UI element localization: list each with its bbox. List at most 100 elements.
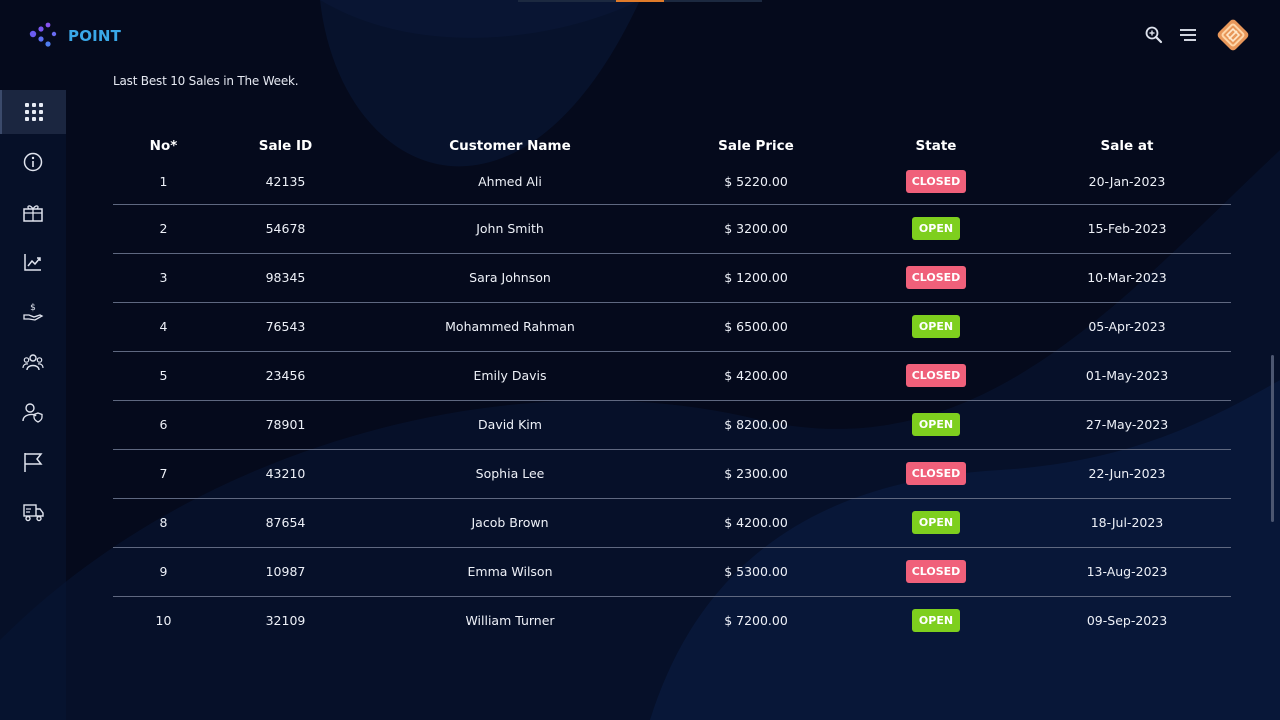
table-body: 1 42135 Ahmed Ali $ 5220.00 CLOSED 20-Jan-202… xyxy=(113,159,1231,645)
cell-customer-name: Jacob Brown xyxy=(471,515,549,530)
cell-sale-at: 05-Apr-2023 xyxy=(1088,319,1166,334)
brand-logo[interactable]: POINT xyxy=(28,22,121,50)
cell-sale-id: 42135 xyxy=(265,173,306,189)
header-actions xyxy=(1144,18,1250,52)
cell-no: 2 xyxy=(159,221,168,236)
cell-no: 4 xyxy=(159,319,168,334)
app-window: POINT $ Last Best 10 Sales in The Week. … xyxy=(0,0,1280,720)
cell-no: 1 xyxy=(159,173,168,189)
cell-sale-price: $ 2300.00 xyxy=(724,466,788,481)
table-row[interactable]: 9 10987 Emma Wilson $ 5300.00 CLOSED 13-Aug-2… xyxy=(113,547,1231,596)
cell-sale-price: $ 5300.00 xyxy=(724,564,788,579)
cell-sale-at: 10-Mar-2023 xyxy=(1087,270,1167,285)
cell-sale-id: 23456 xyxy=(265,368,306,383)
col-header-sale-at[interactable]: Sale at xyxy=(1023,133,1231,159)
zoom-in-icon[interactable] xyxy=(1144,25,1164,45)
cell-no: 10 xyxy=(155,613,172,629)
cell-sale-id: 54678 xyxy=(265,221,306,236)
logo-icon xyxy=(29,22,57,47)
cell-sale-price: $ 7200.00 xyxy=(724,613,788,629)
table-row[interactable]: 4 76543 Mohammed Rahman $ 6500.00 OPEN 05-Apr… xyxy=(113,302,1231,351)
table-row[interactable]: 6 78901 David Kim $ 8200.00 OPEN 27-May-2023 xyxy=(113,400,1231,449)
cell-no: 3 xyxy=(159,270,168,285)
cell-state: OPEN xyxy=(849,400,1023,449)
scrollbar-thumb[interactable] xyxy=(1271,355,1274,522)
status-badge: CLOSED xyxy=(905,560,967,583)
col-header-no[interactable]: No* xyxy=(113,133,214,159)
cell-sale-at: 09-Sep-2023 xyxy=(1086,613,1168,629)
sidebar-item-payments[interactable]: $ xyxy=(0,290,66,334)
sidebar: $ xyxy=(0,90,66,540)
status-badge: OPEN xyxy=(911,315,961,338)
avatar[interactable] xyxy=(1216,18,1250,52)
sidebar-item-users[interactable] xyxy=(0,390,66,434)
flag-icon xyxy=(24,453,43,472)
col-header-sale-price[interactable]: Sale Price xyxy=(663,133,849,159)
cell-sale-price: $ 1200.00 xyxy=(724,270,788,285)
cell-sale-price: $ 5220.00 xyxy=(724,173,788,189)
cell-no: 9 xyxy=(159,564,168,579)
group-icon xyxy=(22,354,44,371)
sales-table: No* Sale ID Customer Name Sale Price Sta… xyxy=(113,133,1231,645)
sidebar-item-analytics[interactable] xyxy=(0,240,66,284)
status-badge: CLOSED xyxy=(905,462,967,485)
sidebar-item-dashboard[interactable] xyxy=(0,90,66,134)
cell-sale-price: $ 8200.00 xyxy=(724,417,788,432)
status-badge: CLOSED xyxy=(905,266,967,289)
cell-customer-name: Emma Wilson xyxy=(467,564,553,579)
cell-no: 6 xyxy=(159,417,168,432)
cell-state: CLOSED xyxy=(849,253,1023,302)
chart-icon xyxy=(24,254,41,271)
col-header-customer-name[interactable]: Customer Name xyxy=(357,133,663,159)
table-row[interactable]: 7 43210 Sophia Lee $ 2300.00 CLOSED 22-Jun-20… xyxy=(113,449,1231,498)
cell-sale-id: 43210 xyxy=(265,466,306,481)
table-caption: Last Best 10 Sales in The Week. xyxy=(113,74,299,88)
delivery-truck-icon xyxy=(23,504,44,522)
cell-state: OPEN xyxy=(849,498,1023,547)
cell-state: OPEN xyxy=(849,596,1023,645)
cell-sale-at: 22-Jun-2023 xyxy=(1088,466,1166,481)
cell-sale-id: 10987 xyxy=(265,564,306,579)
sidebar-item-reports[interactable] xyxy=(0,440,66,484)
cell-state: CLOSED xyxy=(849,449,1023,498)
svg-text:$: $ xyxy=(30,303,36,313)
info-icon xyxy=(23,152,43,172)
cell-sale-at: 27-May-2023 xyxy=(1085,417,1169,432)
sidebar-item-gifts[interactable] xyxy=(0,190,66,234)
sidebar-item-customers[interactable] xyxy=(0,340,66,384)
top-progress-strip xyxy=(518,0,762,2)
table-row[interactable]: 3 98345 Sara Johnson $ 1200.00 CLOSED 10-Mar-… xyxy=(113,253,1231,302)
sidebar-item-delivery[interactable] xyxy=(0,490,66,534)
cell-sale-at: 18-Jul-2023 xyxy=(1090,515,1164,530)
cell-customer-name: Ahmed Ali xyxy=(478,173,542,189)
col-header-state[interactable]: State xyxy=(849,133,1023,159)
cell-no: 8 xyxy=(159,515,168,530)
table-row[interactable]: 2 54678 John Smith $ 3200.00 OPEN 15-Feb-2023 xyxy=(113,204,1231,253)
status-badge: OPEN xyxy=(911,609,961,633)
money-hand-icon: $ xyxy=(23,303,44,321)
gift-icon xyxy=(23,205,43,222)
cell-sale-price: $ 6500.00 xyxy=(724,319,788,334)
cell-sale-id: 98345 xyxy=(265,270,306,285)
cell-state: OPEN xyxy=(849,204,1023,253)
cell-customer-name: Sara Johnson xyxy=(469,270,551,285)
cell-state: CLOSED xyxy=(849,351,1023,400)
table-row[interactable]: 8 87654 Jacob Brown $ 4200.00 OPEN 18-Jul-202… xyxy=(113,498,1231,547)
table-row[interactable]: 1 42135 Ahmed Ali $ 5220.00 CLOSED 20-Jan-202… xyxy=(113,159,1231,204)
col-header-sale-id[interactable]: Sale ID xyxy=(214,133,357,159)
hamburger-menu-icon[interactable] xyxy=(1178,25,1198,45)
status-badge: OPEN xyxy=(911,511,961,534)
main-content: Last Best 10 Sales in The Week. No* Sale… xyxy=(113,74,1231,645)
cell-sale-price: $ 4200.00 xyxy=(724,515,788,530)
table-row[interactable]: 10 32109 William Turner $ 7200.00 OPEN 09-Sep… xyxy=(113,596,1231,645)
cell-customer-name: Sophia Lee xyxy=(475,466,545,481)
status-badge: OPEN xyxy=(911,413,961,436)
cell-state: OPEN xyxy=(849,302,1023,351)
cell-sale-at: 13-Aug-2023 xyxy=(1086,564,1168,579)
status-badge: OPEN xyxy=(911,217,961,240)
cell-sale-price: $ 3200.00 xyxy=(724,221,788,236)
sidebar-item-info[interactable] xyxy=(0,140,66,184)
table-row[interactable]: 5 23456 Emily Davis $ 4200.00 CLOSED 01-May-2… xyxy=(113,351,1231,400)
cell-sale-id: 76543 xyxy=(265,319,306,334)
cell-state: CLOSED xyxy=(849,547,1023,596)
